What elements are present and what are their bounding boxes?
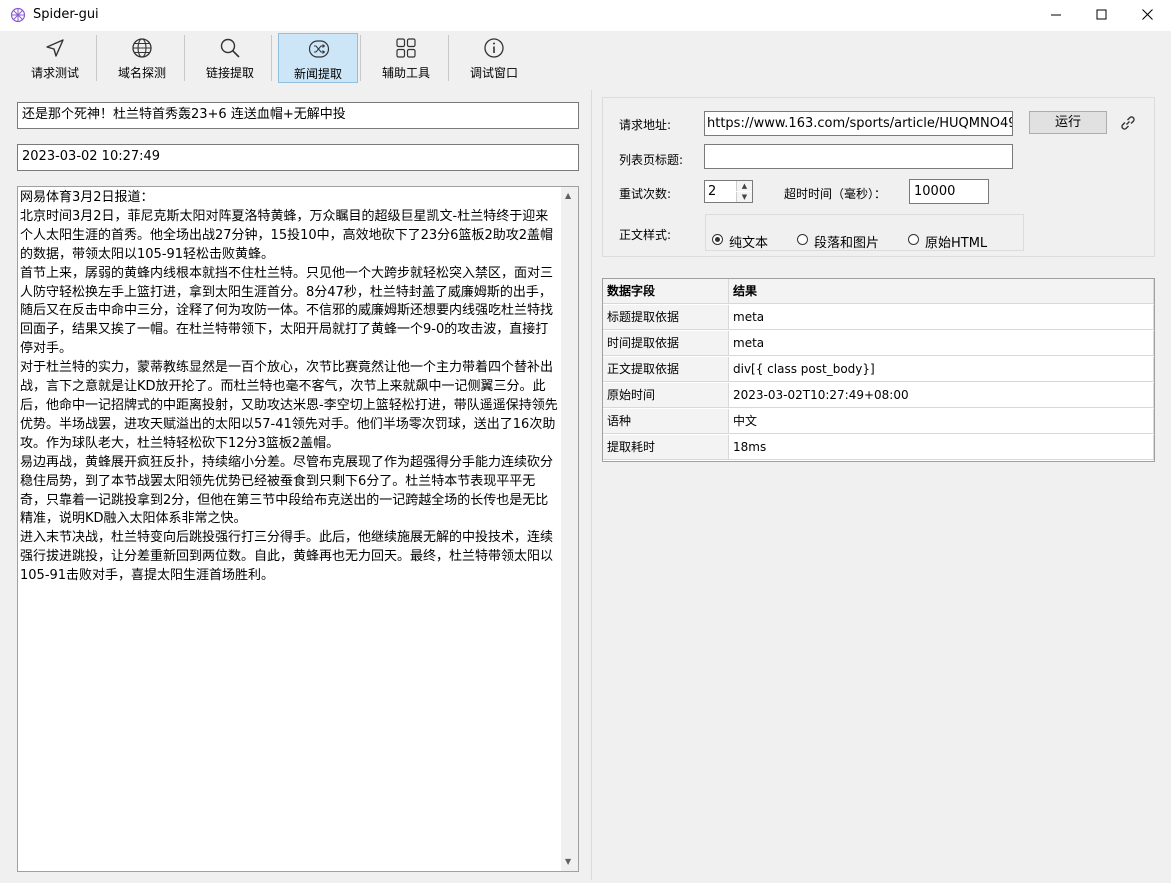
toolbar-separator xyxy=(448,35,449,81)
toolbar-separator xyxy=(271,35,272,81)
toolbar-separator xyxy=(184,35,185,81)
title-bar: Spider-gui xyxy=(0,0,1171,31)
table-row[interactable]: 提取耗时 18ms xyxy=(603,435,1154,461)
url-input[interactable]: https://www.163.com/sports/article/HUQMN… xyxy=(704,111,1013,136)
timeout-label: 超时时间（毫秒）： xyxy=(784,187,887,201)
table-row[interactable]: 标题提取依据 meta xyxy=(603,305,1154,331)
timeout-input[interactable]: 10000 xyxy=(909,179,989,204)
minimize-icon xyxy=(1051,14,1061,16)
tab-label: 辅助工具 xyxy=(381,66,430,80)
field-cell: 标题提取依据 xyxy=(603,305,729,330)
tab-label: 请求测试 xyxy=(30,66,79,80)
scroll-up-icon[interactable]: ▲ xyxy=(565,191,571,200)
tab-debug-window[interactable]: 调试窗口 xyxy=(454,33,534,83)
run-button[interactable]: 运行 xyxy=(1029,111,1107,134)
radio-unselected-icon xyxy=(908,234,919,245)
list-title-label: 列表页标题: xyxy=(619,153,684,167)
tab-label: 调试窗口 xyxy=(469,66,518,80)
close-icon xyxy=(1142,9,1153,20)
field-cell: 正文提取依据 xyxy=(603,357,729,382)
radio-selected-icon xyxy=(712,234,723,245)
table-row[interactable]: 语种 中文 xyxy=(603,409,1154,435)
tab-label: 域名探测 xyxy=(117,66,166,80)
field-cell: 提取耗时 xyxy=(603,435,729,460)
result-cell: meta xyxy=(729,305,1154,330)
app-logo-icon xyxy=(10,7,26,23)
tab-label: 新闻提取 xyxy=(293,67,342,81)
stepper-up-icon[interactable]: ▲ xyxy=(736,181,752,191)
field-cell: 语种 xyxy=(603,409,729,434)
grid-icon xyxy=(396,38,416,58)
panel-splitter[interactable] xyxy=(591,90,592,880)
close-button[interactable] xyxy=(1125,0,1171,31)
result-cell: 2023-03-02T10:27:49+08:00 xyxy=(729,383,1154,408)
result-cell: 18ms xyxy=(729,435,1154,460)
toolbar-separator xyxy=(360,35,361,81)
vertical-scrollbar[interactable]: ▲ ▼ xyxy=(561,187,578,871)
article-content-text: 网易体育3月2日报道： 北京时间3月2日，菲尼克斯太阳对阵夏洛特黄蜂，万众瞩目的… xyxy=(20,190,558,584)
tab-link-extract[interactable]: 链接提取 xyxy=(190,33,270,83)
tab-news-extract[interactable]: 新闻提取 xyxy=(278,33,358,83)
result-cell: 中文 xyxy=(729,409,1154,434)
shuffle-icon xyxy=(308,40,330,58)
tab-label: 链接提取 xyxy=(205,66,254,80)
search-icon xyxy=(220,38,240,58)
radio-label: 段落和图片 xyxy=(814,236,880,251)
maximize-button[interactable] xyxy=(1079,0,1125,31)
table-row[interactable]: 时间提取依据 meta xyxy=(603,331,1154,357)
column-header[interactable]: 结果 xyxy=(729,279,1154,304)
retry-label: 重试次数: xyxy=(619,187,672,201)
table-row[interactable]: 原始时间 2023-03-02T10:27:49+08:00 xyxy=(603,383,1154,409)
tab-request-test[interactable]: 请求测试 xyxy=(15,33,95,83)
toolbar-separator xyxy=(96,35,97,81)
field-cell: 原始时间 xyxy=(603,383,729,408)
field-cell: 时间提取依据 xyxy=(603,331,729,356)
result-cell: meta xyxy=(729,331,1154,356)
send-icon xyxy=(46,39,64,57)
table-row[interactable]: 正文提取依据 div[{ class post_body}] xyxy=(603,357,1154,383)
link-icon[interactable] xyxy=(1118,113,1138,133)
list-title-input[interactable] xyxy=(704,144,1013,169)
maximize-icon xyxy=(1096,9,1107,20)
article-title-field[interactable]: 还是那个死神！杜兰特首秀轰23+6 连送血帽+无解中投 xyxy=(17,102,579,129)
retry-value: 2 xyxy=(708,184,717,199)
style-label: 正文样式: xyxy=(619,228,672,242)
globe-icon xyxy=(132,38,152,58)
article-time-field[interactable]: 2023-03-02 10:27:49 xyxy=(17,144,579,171)
radio-label: 纯文本 xyxy=(729,236,769,251)
radio-unselected-icon xyxy=(797,234,808,245)
tab-helper-tools[interactable]: 辅助工具 xyxy=(366,33,446,83)
result-table: 数据字段 结果 标题提取依据 meta 时间提取依据 meta 正文提取依据 d… xyxy=(602,278,1155,462)
table-header-row: 数据字段 结果 xyxy=(603,279,1154,305)
column-header[interactable]: 数据字段 xyxy=(603,279,729,304)
minimize-button-real[interactable] xyxy=(1033,0,1079,31)
radio-label: 原始HTML xyxy=(925,236,988,251)
info-icon xyxy=(484,38,504,58)
tab-domain-probe[interactable]: 域名探测 xyxy=(102,33,182,83)
url-label: 请求地址: xyxy=(619,118,672,132)
article-content-box[interactable]: 网易体育3月2日报道： 北京时间3月2日，菲尼克斯太阳对阵夏洛特黄蜂，万众瞩目的… xyxy=(17,186,579,872)
stepper-down-icon[interactable]: ▼ xyxy=(736,192,752,202)
scroll-down-icon[interactable]: ▼ xyxy=(565,857,571,866)
toolbar: 请求测试 域名探测 链接提取 新闻提取 辅助工具 调试窗口 xyxy=(0,31,1171,85)
result-cell: div[{ class post_body}] xyxy=(729,357,1154,382)
window-title: Spider-gui xyxy=(33,7,99,22)
retry-stepper[interactable]: 2 ▲ ▼ xyxy=(704,180,753,203)
